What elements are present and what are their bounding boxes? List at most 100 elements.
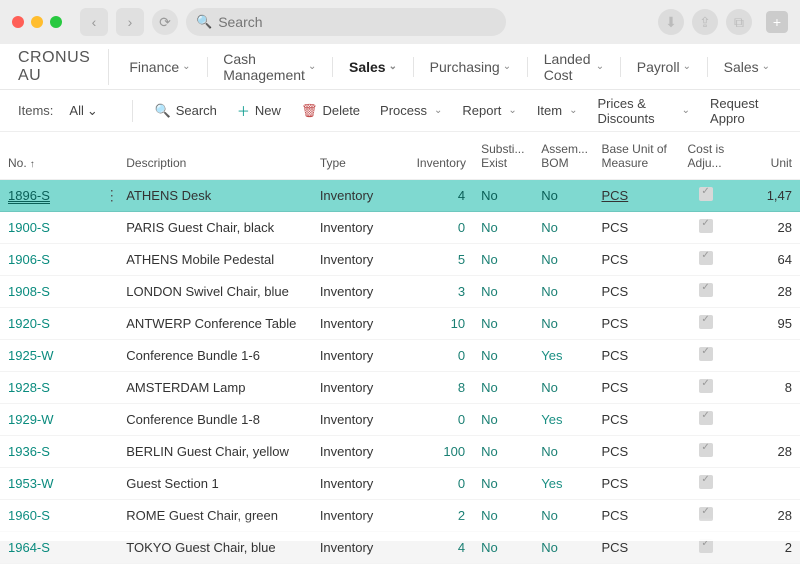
cell-inventory[interactable]: 5 xyxy=(409,243,474,275)
report-menu[interactable]: Report⌄ xyxy=(454,99,524,122)
nav-landed-cost[interactable]: Landed Cost⌄ xyxy=(532,45,616,89)
search-button[interactable]: 🔍Search xyxy=(147,99,225,123)
table-row[interactable]: 1900-SPARIS Guest Chair, blackInventory0… xyxy=(0,211,800,243)
cell-inventory[interactable]: 2 xyxy=(409,499,474,531)
address-input[interactable] xyxy=(218,14,496,30)
checkbox-checked-icon[interactable] xyxy=(699,443,713,457)
nav-sales[interactable]: Sales⌄ xyxy=(712,53,782,81)
col-unit-header[interactable]: Unit xyxy=(733,132,800,179)
cell-substitute[interactable]: No xyxy=(473,499,533,531)
cell-inventory[interactable]: 0 xyxy=(409,467,474,499)
item-no-link[interactable]: 1928-S xyxy=(8,380,50,395)
share-icon[interactable]: ⇪ xyxy=(692,9,718,35)
cell-base-uom[interactable]: PCS xyxy=(594,275,680,307)
item-no-link[interactable]: 1964-S xyxy=(8,540,50,555)
cell-assembly-bom[interactable]: Yes xyxy=(533,467,593,499)
checkbox-checked-icon[interactable] xyxy=(699,315,713,329)
nav-forward-button[interactable]: › xyxy=(116,8,144,36)
cell-substitute[interactable]: No xyxy=(473,467,533,499)
table-row[interactable]: 1925-WConference Bundle 1-6Inventory0NoY… xyxy=(0,339,800,371)
cell-base-uom[interactable]: PCS xyxy=(594,307,680,339)
nav-finance[interactable]: Finance⌄ xyxy=(117,53,202,81)
process-menu[interactable]: Process⌄ xyxy=(372,99,450,122)
cell-no[interactable]: 1908-S xyxy=(0,275,97,307)
table-row[interactable]: 1953-WGuest Section 1Inventory0NoYesPCS xyxy=(0,467,800,499)
checkbox-checked-icon[interactable] xyxy=(699,411,713,425)
cell-assembly-bom[interactable]: No xyxy=(533,371,593,403)
item-no-link[interactable]: 1960-S xyxy=(8,508,50,523)
cell-no[interactable]: 1896-S xyxy=(0,179,97,211)
table-row[interactable]: 1960-SROME Guest Chair, greenInventory2N… xyxy=(0,499,800,531)
cell-no[interactable]: 1925-W xyxy=(0,339,97,371)
maximize-window-icon[interactable] xyxy=(50,16,62,28)
new-tab-button[interactable]: + xyxy=(766,11,788,33)
delete-button[interactable]: 🗑Delete xyxy=(293,99,368,123)
nav-payroll[interactable]: Payroll⌄ xyxy=(625,53,703,81)
table-row[interactable]: 1936-SBERLIN Guest Chair, yellowInventor… xyxy=(0,435,800,467)
item-no-link[interactable]: 1953-W xyxy=(8,476,54,491)
item-no-link[interactable]: 1906-S xyxy=(8,252,50,267)
download-icon[interactable]: ⬇ xyxy=(658,9,684,35)
cell-inventory[interactable]: 3 xyxy=(409,275,474,307)
checkbox-checked-icon[interactable] xyxy=(699,347,713,361)
cell-inventory[interactable]: 0 xyxy=(409,211,474,243)
cell-base-uom[interactable]: PCS xyxy=(594,435,680,467)
cell-inventory[interactable]: 100 xyxy=(409,435,474,467)
cell-assembly-bom[interactable]: No xyxy=(533,179,593,211)
cell-assembly-bom[interactable]: No xyxy=(533,275,593,307)
table-row[interactable]: 1920-SANTWERP Conference TableInventory1… xyxy=(0,307,800,339)
cell-base-uom[interactable]: PCS xyxy=(594,371,680,403)
col-inventory-header[interactable]: Inventory xyxy=(409,132,474,179)
cell-no[interactable]: 1953-W xyxy=(0,467,97,499)
brand-label[interactable]: CRONUS AU xyxy=(18,49,109,85)
cell-no[interactable]: 1920-S xyxy=(0,307,97,339)
cell-assembly-bom[interactable]: Yes xyxy=(533,403,593,435)
cell-base-uom[interactable]: PCS xyxy=(594,211,680,243)
cell-inventory[interactable]: 0 xyxy=(409,339,474,371)
cell-inventory[interactable]: 8 xyxy=(409,371,474,403)
col-type-header[interactable]: Type xyxy=(312,132,409,179)
cell-base-uom[interactable]: PCS xyxy=(594,403,680,435)
col-no-header[interactable]: No.↑ xyxy=(0,132,97,179)
cell-substitute[interactable]: No xyxy=(473,307,533,339)
checkbox-checked-icon[interactable] xyxy=(699,219,713,233)
cell-substitute[interactable]: No xyxy=(473,243,533,275)
cell-no[interactable]: 1900-S xyxy=(0,211,97,243)
cell-assembly-bom[interactable]: No xyxy=(533,435,593,467)
nav-sales[interactable]: Sales⌄ xyxy=(337,53,409,81)
cell-assembly-bom[interactable]: No xyxy=(533,211,593,243)
cell-substitute[interactable]: No xyxy=(473,531,533,563)
col-base-uom-header[interactable]: Base Unit of Measure xyxy=(594,132,680,179)
item-no-link[interactable]: 1900-S xyxy=(8,220,50,235)
new-button[interactable]: ＋New xyxy=(229,97,289,124)
cell-substitute[interactable]: No xyxy=(473,339,533,371)
prices-menu[interactable]: Prices & Discounts⌄ xyxy=(590,92,699,130)
checkbox-checked-icon[interactable] xyxy=(699,283,713,297)
row-actions-icon[interactable]: ⋮ xyxy=(105,187,119,203)
item-no-link[interactable]: 1920-S xyxy=(8,316,50,331)
checkbox-checked-icon[interactable] xyxy=(699,507,713,521)
cell-assembly-bom[interactable]: No xyxy=(533,499,593,531)
col-assembly-bom-header[interactable]: Assem... BOM xyxy=(533,132,593,179)
item-no-link[interactable]: 1925-W xyxy=(8,348,54,363)
nav-back-button[interactable]: ‹ xyxy=(80,8,108,36)
item-menu[interactable]: Item⌄ xyxy=(529,99,586,122)
cell-base-uom[interactable]: PCS xyxy=(594,243,680,275)
item-no-link[interactable]: 1929-W xyxy=(8,412,54,427)
cell-no[interactable]: 1964-S xyxy=(0,531,97,563)
cell-substitute[interactable]: No xyxy=(473,211,533,243)
cell-no[interactable]: 1936-S xyxy=(0,435,97,467)
cell-substitute[interactable]: No xyxy=(473,275,533,307)
cell-base-uom[interactable]: PCS xyxy=(594,339,680,371)
checkbox-checked-icon[interactable] xyxy=(699,475,713,489)
cell-base-uom[interactable]: PCS xyxy=(594,179,680,211)
table-row[interactable]: 1906-SATHENS Mobile PedestalInventory5No… xyxy=(0,243,800,275)
cell-no[interactable]: 1929-W xyxy=(0,403,97,435)
cell-inventory[interactable]: 0 xyxy=(409,403,474,435)
nav-cash-management[interactable]: Cash Management⌄ xyxy=(211,45,328,89)
col-substitute-header[interactable]: Substi... Exist xyxy=(473,132,533,179)
table-row[interactable]: 1896-S⋮ATHENS DeskInventory4NoNoPCS1,47 xyxy=(0,179,800,211)
item-no-link[interactable]: 1908-S xyxy=(8,284,50,299)
nav-purchasing[interactable]: Purchasing⌄ xyxy=(418,53,523,81)
item-no-link[interactable]: 1896-S xyxy=(8,188,50,204)
